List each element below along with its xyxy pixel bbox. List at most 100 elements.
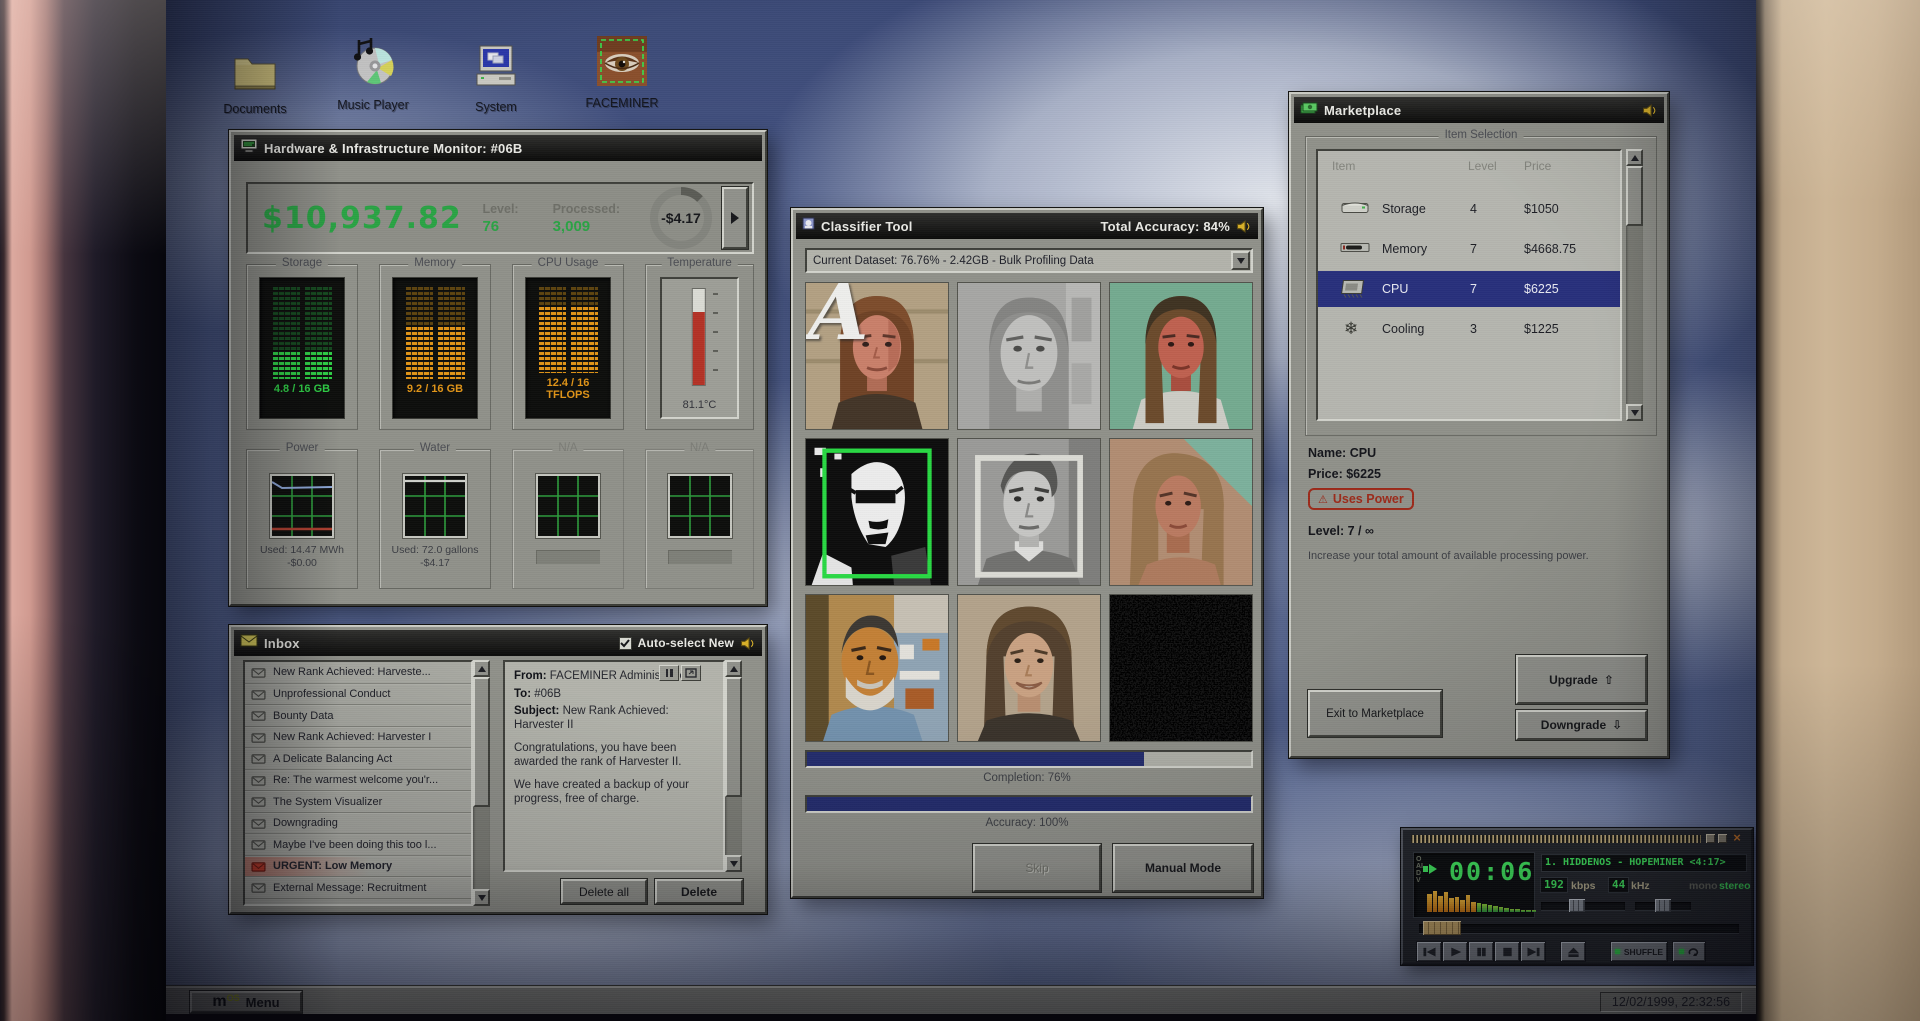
rate-value: -$4.17 xyxy=(661,210,701,226)
list-item[interactable]: Bounty Data xyxy=(245,705,471,727)
dropdown-arrow-button[interactable] xyxy=(1231,251,1250,270)
panel-next-button[interactable] xyxy=(722,187,748,249)
face-tile-1[interactable]: A xyxy=(805,282,949,430)
list-item[interactable]: Maybe I've been doing this too l... xyxy=(245,834,471,856)
speaker-icon[interactable] xyxy=(1236,219,1252,233)
upgrade-button[interactable]: Upgrade ⇧ xyxy=(1516,655,1647,704)
face-tile-8[interactable] xyxy=(957,594,1101,742)
shade-button[interactable] xyxy=(1718,834,1727,843)
scroll-down-button[interactable] xyxy=(725,855,742,872)
face-tile-4-selected[interactable] xyxy=(805,438,949,586)
face-tile-3[interactable] xyxy=(1109,282,1253,430)
inbox-message-list: New Rank Achieved: Harveste... Unprofess… xyxy=(243,660,473,906)
track-title-display[interactable]: 1. HIDDENOS - HOPEMINER <4:17> xyxy=(1541,854,1747,872)
face-tile-2[interactable] xyxy=(957,282,1101,430)
list-item[interactable]: The System Visualizer xyxy=(245,791,471,813)
next-button[interactable] xyxy=(1521,942,1545,961)
desktop-icon-documents[interactable]: Documents xyxy=(214,44,296,116)
previous-button[interactable] xyxy=(1417,942,1441,961)
scrollbar-thumb[interactable] xyxy=(1626,166,1643,226)
scrollbar-thumb[interactable] xyxy=(725,677,742,797)
message-body-1: Congratulations, you have been awarded t… xyxy=(514,742,682,768)
desktop-icon-faceminer[interactable]: FACEMINER xyxy=(581,36,663,110)
exit-marketplace-button[interactable]: Exit to Marketplace xyxy=(1308,690,1442,737)
menu-button[interactable]: mOS Menu xyxy=(190,991,302,1013)
accuracy-label: Accuracy: 100% xyxy=(985,817,1069,829)
item-row-cpu-selected[interactable]: CPU 7 $6225 xyxy=(1318,271,1620,307)
scroll-up-button[interactable] xyxy=(473,660,490,677)
item-list: Item Level Price Storage 4 $1050 Memory … xyxy=(1316,149,1622,421)
minimize-button[interactable] xyxy=(1706,834,1715,843)
scrollbar-thumb[interactable] xyxy=(473,677,490,807)
list-item[interactable]: New Rank Achieved: Harvester I xyxy=(245,726,471,748)
manual-mode-button[interactable]: Manual Mode xyxy=(1113,844,1253,892)
balance-handle[interactable] xyxy=(1655,899,1671,912)
mono-indicator: mono xyxy=(1689,880,1718,892)
gauge-cpu: CPU Usage 12.4 / 16 TFLOPS xyxy=(512,257,624,430)
popout-message-button[interactable] xyxy=(681,665,701,681)
player-titlebar[interactable] xyxy=(1411,835,1701,843)
face-tile-9-noise[interactable] xyxy=(1109,594,1253,742)
samplerate-value: 44 xyxy=(1609,878,1629,892)
close-icon[interactable]: × xyxy=(1731,831,1743,844)
rate-ring-gauge: -$4.17 xyxy=(648,185,714,251)
list-item-urgent[interactable]: URGENT: Low Memory xyxy=(245,855,471,877)
gauge-temperature: Temperature 81.1°C xyxy=(645,257,754,430)
taskbar: mOS Menu 12/02/1999, 22:32:56 xyxy=(166,986,1756,1014)
detail-price: Price: $6225 xyxy=(1308,467,1381,481)
desktop-icon-system[interactable]: System xyxy=(455,42,537,114)
detail-level: Level: 7 / ∞ xyxy=(1308,524,1374,538)
na-chart xyxy=(669,476,730,536)
pause-button[interactable] xyxy=(1469,942,1493,961)
desktop-icon-music-player[interactable]: Music Player xyxy=(332,38,414,112)
eject-button[interactable] xyxy=(1561,942,1585,961)
repeat-button[interactable] xyxy=(1673,942,1705,961)
pause-message-button[interactable] xyxy=(659,665,679,681)
crt-bezel-right xyxy=(1756,0,1920,1021)
face-tile-7[interactable] xyxy=(805,594,949,742)
item-row-memory[interactable]: Memory 7 $4668.75 xyxy=(1318,231,1620,267)
inbox-titlebar[interactable]: Inbox Auto-select New xyxy=(234,630,762,656)
scroll-up-button[interactable] xyxy=(1626,149,1643,166)
play-button[interactable] xyxy=(1443,942,1467,961)
seek-bar[interactable] xyxy=(1419,921,1739,935)
skip-button[interactable]: Skip xyxy=(973,844,1101,892)
scroll-down-button[interactable] xyxy=(1626,404,1643,421)
speaker-icon[interactable] xyxy=(740,636,756,650)
face-grid: A xyxy=(805,282,1253,742)
stop-button[interactable] xyxy=(1495,942,1519,961)
seek-handle[interactable] xyxy=(1423,921,1461,935)
balance-slider[interactable] xyxy=(1635,899,1691,912)
item-selection-label: Item Selection xyxy=(1438,129,1524,141)
volume-slider[interactable] xyxy=(1541,899,1625,912)
volume-handle[interactable] xyxy=(1569,899,1585,912)
message-reading-pane: From: FACEMINER Administration To: #06B … xyxy=(503,660,725,872)
speaker-icon[interactable] xyxy=(1642,103,1658,117)
list-item[interactable]: New Rank Achieved: Harveste... xyxy=(245,662,471,684)
marketplace-titlebar[interactable]: Marketplace xyxy=(1294,97,1664,123)
list-item[interactable]: Unprofessional Conduct xyxy=(245,683,471,705)
desktop-icon-label: Documents xyxy=(223,102,287,116)
face-tile-6[interactable] xyxy=(1109,438,1253,586)
shuffle-button[interactable]: SHUFFLE xyxy=(1611,942,1667,961)
downgrade-button[interactable]: Downgrade ⇩ xyxy=(1516,710,1647,740)
classifier-titlebar[interactable]: Classifier Tool Total Accuracy: 84% xyxy=(796,213,1258,239)
face-tile-5-selected[interactable] xyxy=(957,438,1101,586)
list-item[interactable]: Downgrading xyxy=(245,812,471,834)
list-item[interactable]: Re: The warmest welcome you'r... xyxy=(245,769,471,791)
item-row-storage[interactable]: Storage 4 $1050 xyxy=(1318,191,1620,227)
list-item[interactable]: A Delicate Balancing Act xyxy=(245,748,471,770)
monitor-photo: Documents Music Player System FACEMINER … xyxy=(0,0,1920,1021)
delete-button[interactable]: Delete xyxy=(655,879,743,904)
hardware-monitor-titlebar[interactable]: Hardware & Infrastructure Monitor: #06B xyxy=(234,135,762,161)
scroll-up-button[interactable] xyxy=(725,660,742,677)
scroll-down-button[interactable] xyxy=(473,889,490,906)
autoselect-checkbox[interactable] xyxy=(618,636,632,650)
item-row-cooling[interactable]: ❄ Cooling 3 $1225 xyxy=(1318,311,1620,347)
envelope-icon xyxy=(240,634,258,652)
list-item[interactable]: External Message: Recruitment xyxy=(245,877,471,899)
storage-lcd: 4.8 / 16 GB xyxy=(259,277,345,419)
delete-all-button[interactable]: Delete all xyxy=(561,879,647,904)
computer-icon xyxy=(455,42,537,90)
dataset-dropdown[interactable]: Current Dataset: 76.76% - 2.42GB - Bulk … xyxy=(805,248,1253,273)
